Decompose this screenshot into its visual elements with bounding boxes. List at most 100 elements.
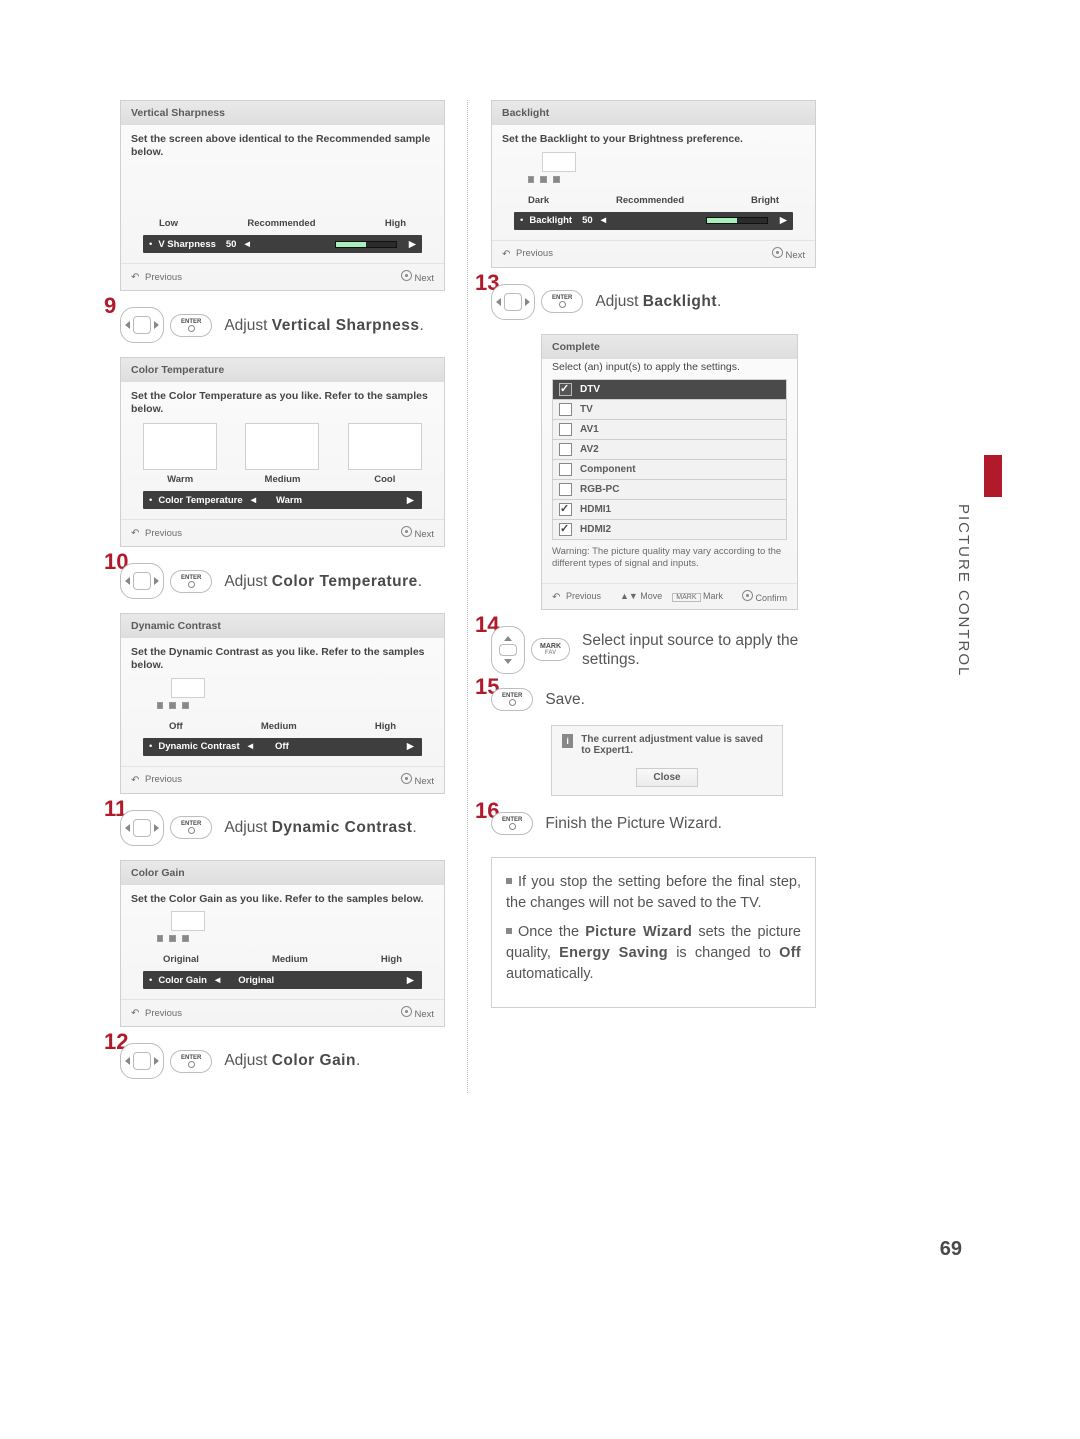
prev-button[interactable]: ↶Previous (131, 528, 182, 539)
sample-label: Dark (528, 195, 549, 206)
close-button[interactable]: Close (636, 768, 698, 787)
checkbox-icon[interactable] (559, 463, 572, 476)
prev-button[interactable]: ↶Previous (131, 1008, 182, 1019)
sample-label: Recommended (247, 218, 315, 229)
step-13: 13 ENTER Adjust Backlight. (491, 284, 816, 320)
input-item[interactable]: AV1 (553, 420, 787, 440)
checkbox-icon[interactable] (559, 423, 572, 436)
sample-label: Bright (751, 195, 779, 206)
arrow-left-icon[interactable]: ◄ (213, 975, 222, 986)
notes-box: If you stop the setting before the final… (491, 857, 816, 1008)
sample-label: Medium (261, 721, 297, 732)
osd-instruction: Select (an) input(s) to apply the settin… (552, 361, 787, 374)
step-text: Adjust Color Temperature. (224, 572, 422, 591)
osd-title: Complete (542, 335, 797, 359)
arrow-right-icon[interactable]: ▶ (409, 239, 416, 250)
osd-title: Backlight (492, 101, 815, 125)
step-10: 10 ENTER Adjust Color Temperature. (120, 563, 445, 599)
next-button[interactable]: Next (401, 526, 434, 540)
warning-text: Warning: The picture quality may vary ac… (552, 540, 787, 573)
value-bar[interactable]: •Color Temperature ◄ Warm ▶ (143, 491, 422, 509)
next-button[interactable]: Next (772, 247, 805, 261)
next-button[interactable]: Next (401, 270, 434, 284)
arrow-left-icon[interactable]: ◄ (242, 239, 251, 250)
next-button[interactable]: Next (401, 1006, 434, 1020)
osd-dynamic-contrast: Dynamic Contrast Set the Dynamic Contras… (120, 613, 445, 793)
dpad-icon (120, 307, 164, 343)
enter-button-icon: ENTER (491, 688, 533, 711)
next-button[interactable]: Next (401, 773, 434, 787)
sample-label: Recommended (616, 195, 684, 206)
input-item[interactable]: DTV (553, 380, 787, 400)
enter-button-icon: ENTER (170, 816, 212, 839)
step-9: 9 ENTER Adjust Vertical Sharpness. (120, 307, 445, 343)
input-item[interactable]: HDMI2 (553, 520, 787, 540)
checkbox-icon[interactable] (559, 503, 572, 516)
sample-label: Cool (374, 474, 395, 485)
input-item[interactable]: TV (553, 400, 787, 420)
osd-color-temperature: Color Temperature Set the Color Temperat… (120, 357, 445, 547)
osd-title: Dynamic Contrast (121, 614, 444, 638)
confirm-button[interactable]: Confirm (742, 590, 787, 603)
value-bar[interactable]: •Color Gain ◄ Original ▶ (143, 971, 422, 989)
input-label: AV1 (580, 424, 599, 435)
saved-dialog: i The current adjustment value is saved … (551, 725, 783, 796)
step-text: Adjust Dynamic Contrast. (224, 818, 416, 837)
value-bar[interactable]: •V Sharpness 50 ◄ ▶ (143, 235, 422, 253)
dpad-icon (491, 284, 535, 320)
step-12: 12 ENTER Adjust Color Gain. (120, 1043, 445, 1079)
checkbox-icon[interactable] (559, 483, 572, 496)
osd-color-gain: Color Gain Set the Color Gain as you lik… (120, 860, 445, 1028)
enter-button-icon: ENTER (170, 314, 212, 337)
prev-button[interactable]: ↶Previous (131, 272, 182, 283)
arrow-left-icon[interactable]: ◄ (599, 215, 608, 226)
osd-instruction: Set the Color Temperature as you like. R… (131, 390, 434, 415)
checkbox-icon[interactable] (559, 443, 572, 456)
sample-label: Low (159, 218, 178, 229)
enter-button-icon: ENTER (170, 570, 212, 593)
input-label: AV2 (580, 444, 599, 455)
step-number: 9 (104, 293, 116, 319)
sample-label: Warm (167, 474, 193, 485)
arrow-right-icon[interactable]: ▶ (407, 495, 414, 506)
step-16: 16 ENTER Finish the Picture Wizard. (491, 812, 816, 835)
arrow-right-icon[interactable]: ▶ (407, 975, 414, 986)
prev-button[interactable]: ↶Previous (502, 248, 553, 259)
value-bar[interactable]: •Dynamic Contrast ◄ Off ▶ (143, 738, 422, 756)
input-item[interactable]: RGB-PC (553, 480, 787, 500)
note-text: If you stop the setting before the final… (506, 874, 801, 911)
arrow-left-icon[interactable]: ◄ (249, 495, 258, 506)
step-14: 14 MARKFAV Select input source to apply … (491, 626, 816, 674)
step-text: Adjust Backlight. (595, 292, 721, 311)
input-label: TV (580, 404, 593, 415)
checkbox-icon[interactable] (559, 383, 572, 396)
osd-instruction: Set the Backlight to your Brightness pre… (502, 133, 805, 146)
osd-complete: Complete Select (an) input(s) to apply t… (541, 334, 798, 610)
checkbox-icon[interactable] (559, 403, 572, 416)
osd-instruction: Set the Dynamic Contrast as you like. Re… (131, 646, 434, 671)
osd-vertical-sharpness: Vertical Sharpness Set the screen above … (120, 100, 445, 291)
mark-hint: MARK Mark (672, 591, 723, 601)
dpad-icon (120, 810, 164, 846)
sample-label: Medium (265, 474, 301, 485)
input-item[interactable]: Component (553, 460, 787, 480)
arrow-right-icon[interactable]: ▶ (780, 215, 787, 226)
sample-label: Original (163, 954, 199, 965)
info-icon: i (562, 734, 573, 748)
dpad-vertical-icon (491, 626, 525, 674)
osd-title: Color Temperature (121, 358, 444, 382)
prev-button[interactable]: ↶Previous (552, 591, 601, 602)
input-item[interactable]: AV2 (553, 440, 787, 460)
step-text: Adjust Vertical Sharpness. (224, 316, 423, 335)
checkbox-icon[interactable] (559, 523, 572, 536)
value-bar[interactable]: •Backlight 50 ◄ ▶ (514, 212, 793, 230)
page-number: 69 (940, 1238, 962, 1261)
osd-instruction: Set the screen above identical to the Re… (131, 133, 434, 158)
prev-button[interactable]: ↶Previous (131, 774, 182, 785)
sample-label: High (385, 218, 406, 229)
input-label: DTV (580, 384, 600, 395)
arrow-left-icon[interactable]: ◄ (246, 741, 255, 752)
arrow-right-icon[interactable]: ▶ (407, 741, 414, 752)
input-label: Component (580, 464, 636, 475)
input-item[interactable]: HDMI1 (553, 500, 787, 520)
